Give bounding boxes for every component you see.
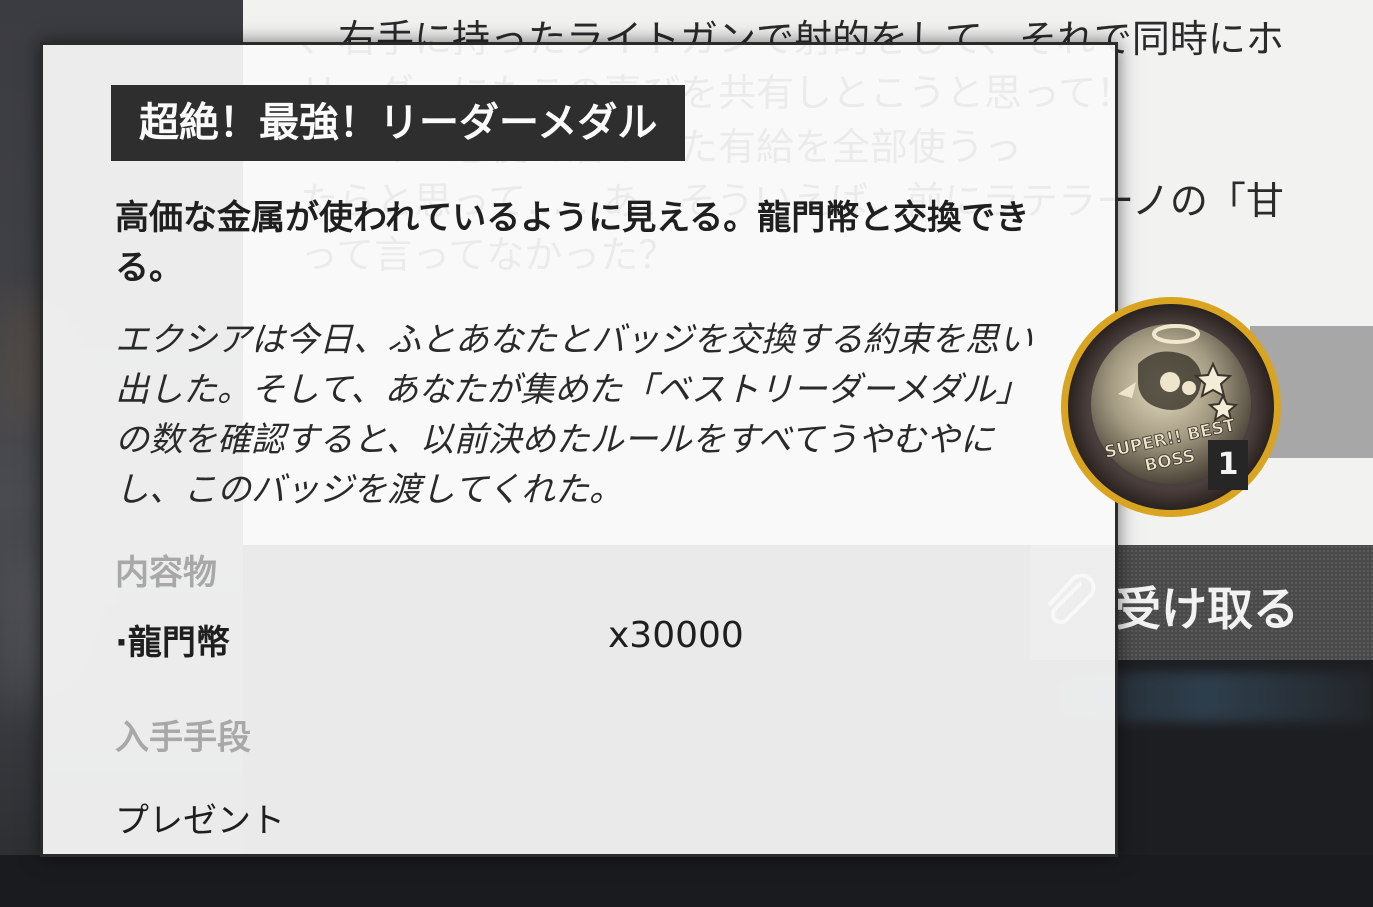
item-flavor-text: エクシアは今日、ふとあなたとバッジを交換する約束を思い出した。そして、あなたが集… xyxy=(115,320,1033,510)
item-title: 超絶！最強！リーダーメダル xyxy=(111,85,686,161)
contents-item-name: ·龍門幣 xyxy=(115,623,230,663)
contents-item-quantity: x30000 xyxy=(608,615,744,656)
item-detail-tooltip: 超絶！最強！リーダーメダル 高価な金属が使われているように見える。龍門幣と交換で… xyxy=(40,42,1118,857)
item-description: 高価な金属が使われているように見える。龍門幣と交換できる。 xyxy=(115,198,1030,288)
background-bottom-bar xyxy=(0,855,1373,907)
contents-heading: 内容物 xyxy=(115,553,217,593)
medal-icon: SUPER!! BEST BOSS xyxy=(1061,297,1281,517)
receive-button-label[interactable]: 受け取る xyxy=(1115,573,1299,639)
obtain-heading: 入手手段 xyxy=(115,718,251,758)
obtain-method: プレゼント xyxy=(115,801,285,841)
medal-count-badge: 1 xyxy=(1208,440,1248,490)
